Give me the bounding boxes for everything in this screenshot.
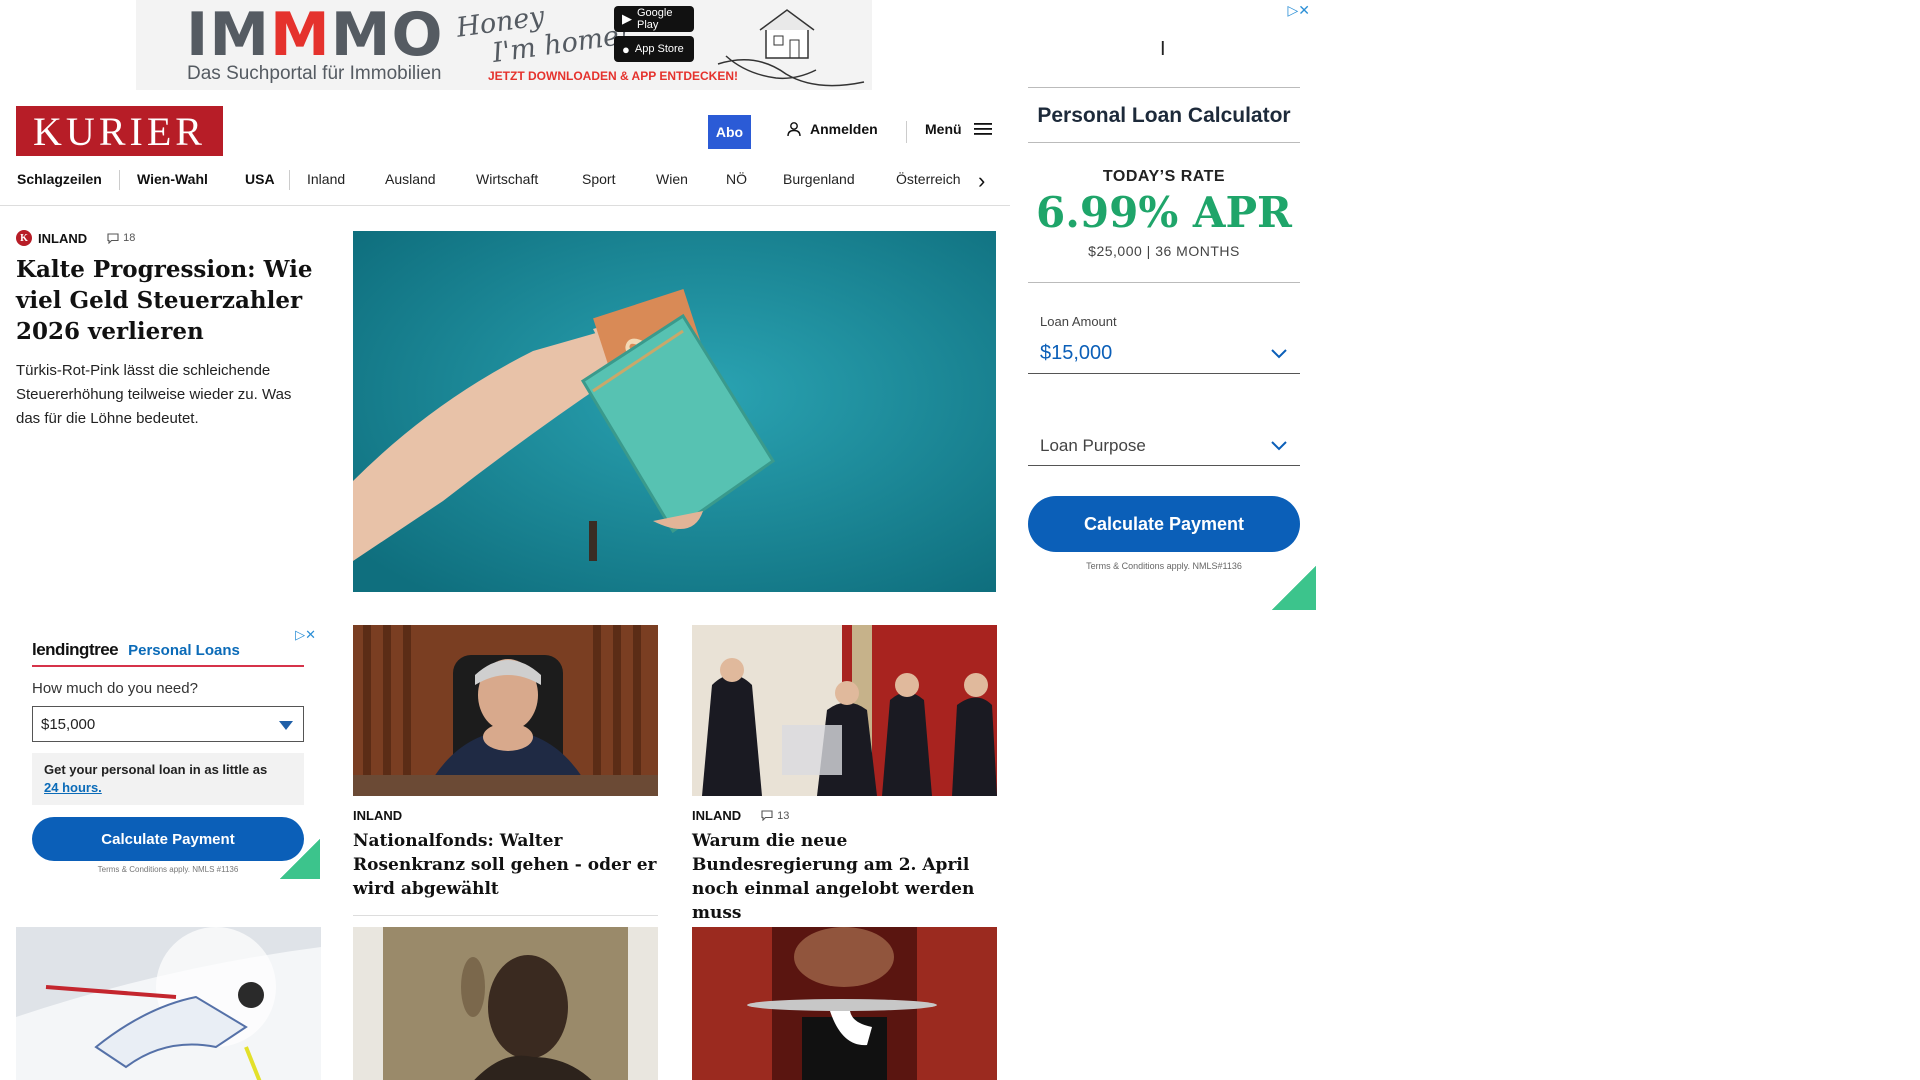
- divider: [1028, 87, 1300, 88]
- rate-details: $25,000 | 36 MONTHS: [1088, 243, 1240, 259]
- nav-item-schlagzeilen[interactable]: Schlagzeilen: [17, 171, 102, 187]
- login-button[interactable]: Anmelden: [786, 121, 878, 137]
- menu-button[interactable]: Menü: [925, 121, 992, 137]
- lead-image-wallet-with-cash[interactable]: 50: [353, 231, 996, 592]
- article-image-portrait-painting[interactable]: [353, 927, 658, 1080]
- article-headline[interactable]: Nationalfonds: Walter Rosenkranz soll ge…: [353, 829, 658, 916]
- nav-item-burgenland[interactable]: Burgenland: [783, 171, 855, 187]
- play-store-icon: ▶: [622, 11, 632, 26]
- immmo-script-slogan: Honey I'm home!: [454, 0, 632, 70]
- section-label: INLAND: [38, 230, 88, 246]
- apple-icon: ●: [622, 41, 630, 57]
- immmo-tagline: Das Suchportal für Immobilien: [187, 63, 442, 84]
- nav-item-wirtschaft[interactable]: Wirtschaft: [476, 171, 538, 187]
- nav-item-usa[interactable]: USA: [245, 171, 275, 187]
- lendingtree-ad[interactable]: ▷✕ lendingtree Personal Loans How much d…: [16, 625, 320, 879]
- nav-separator: [119, 170, 120, 190]
- chevron-down-icon: [1271, 441, 1287, 451]
- comment-icon: [761, 810, 773, 821]
- nav-item-noe[interactable]: NÖ: [726, 171, 747, 187]
- calculator-title: Personal Loan Calculator: [1037, 104, 1291, 127]
- loan-purpose-select[interactable]: Loan Purpose: [1028, 426, 1300, 466]
- article-image-government[interactable]: [692, 625, 997, 796]
- ad-corner-decoration: [1272, 566, 1316, 610]
- calculate-payment-button[interactable]: Calculate Payment: [1028, 496, 1300, 552]
- rate-label: TODAY’S RATE: [1102, 168, 1226, 185]
- loan-question: How much do you need?: [32, 680, 198, 697]
- calculate-payment-button[interactable]: Calculate Payment: [32, 817, 304, 861]
- lendingtree-title: Personal Loans: [128, 641, 240, 659]
- dropdown-caret-icon: [279, 721, 293, 730]
- lead-headline[interactable]: Kalte Progression: Wie viel Geld Steuerz…: [16, 254, 316, 347]
- article-kicker: INLAND 13: [692, 808, 997, 823]
- hamburger-icon: [973, 123, 992, 135]
- article-card[interactable]: INLAND 13 Warum die neue Bundesregierung…: [692, 625, 997, 940]
- lendingtree-terms: Terms & Conditions apply. NMLS #1136: [97, 865, 239, 874]
- kurier-k-icon: K: [16, 230, 32, 246]
- hand-with-house-icon: [717, 9, 865, 87]
- adchoices-icon[interactable]: ▷✕: [1288, 2, 1311, 19]
- abo-button[interactable]: Abo: [708, 115, 751, 149]
- article-headline[interactable]: Warum die neue Bundesregierung am 2. Apr…: [692, 829, 997, 940]
- article-card[interactable]: INLAND Nationalfonds: Walter Rosenkranz …: [353, 625, 658, 916]
- divider: [1028, 142, 1300, 143]
- kurier-logo[interactable]: KURIER: [16, 106, 223, 156]
- nav-item-sport[interactable]: Sport: [582, 171, 615, 187]
- chevron-down-icon: [1271, 349, 1287, 359]
- comment-icon: [107, 232, 119, 244]
- nav-separator: [289, 170, 290, 190]
- article-kicker: INLAND: [353, 808, 658, 823]
- loan-amount-select[interactable]: $15,000: [1028, 334, 1300, 374]
- nav-item-wien-wahl[interactable]: Wien-Wahl: [137, 171, 208, 187]
- loan-calculator-ad[interactable]: ▷✕ I Personal Loan Calculator TODAY’S RA…: [1010, 0, 1316, 610]
- top-banner-ad[interactable]: IMMMO Das Suchportal für Immobilien Hone…: [136, 0, 872, 90]
- article-kicker: K INLAND 18: [16, 230, 316, 246]
- lendingtree-logo: lendingtree: [32, 640, 119, 659]
- lead-article[interactable]: K INLAND 18 Kalte Progression: Wie viel …: [16, 230, 316, 431]
- section-label: INLAND: [692, 808, 742, 823]
- nav-item-oesterreich[interactable]: Österreich: [896, 171, 961, 187]
- divider: [1028, 282, 1300, 283]
- nav-item-ausland[interactable]: Ausland: [385, 171, 436, 187]
- wallet-photo: 50: [353, 231, 996, 592]
- header-divider: [906, 121, 907, 143]
- article-image-rosenkranz[interactable]: [353, 625, 658, 796]
- loan-amount-select[interactable]: $15,000: [32, 706, 304, 742]
- loan-info-box: Get your personal loan in as little as 2…: [32, 753, 304, 805]
- text-cursor: I: [1160, 38, 1166, 60]
- article-image-skier[interactable]: [16, 927, 321, 1080]
- immmo-cta-text: JETZT DOWNLOADEN & APP ENTDECKEN!: [488, 69, 739, 83]
- lead-teaser: Türkis-Rot-Pink lässt die schleichende S…: [16, 362, 292, 427]
- user-icon: [787, 122, 801, 137]
- google-play-button[interactable]: ▶ Google Play: [614, 6, 694, 32]
- section-label: INLAND: [353, 808, 403, 823]
- comment-count[interactable]: 13: [761, 810, 789, 822]
- immmo-logo: IMMMO: [186, 0, 444, 70]
- nav-item-inland[interactable]: Inland: [307, 171, 345, 187]
- comment-count[interactable]: 18: [107, 232, 135, 244]
- calculator-terms: Terms & Conditions apply. NMLS#1136: [1086, 561, 1242, 571]
- ad-corner-decoration: [280, 839, 320, 879]
- loan-info-link[interactable]: 24 hours.: [44, 780, 102, 795]
- loan-amount-label: Loan Amount: [1040, 314, 1117, 329]
- chevron-right-icon[interactable]: ›: [978, 168, 985, 194]
- lendingtree-header: lendingtree Personal Loans: [32, 635, 304, 667]
- app-store-button[interactable]: ● App Store: [614, 36, 694, 62]
- rate-value: 6.99% APR: [1036, 188, 1292, 237]
- nav-item-wien[interactable]: Wien: [656, 171, 688, 187]
- article-image-waiter-tray[interactable]: [692, 927, 997, 1080]
